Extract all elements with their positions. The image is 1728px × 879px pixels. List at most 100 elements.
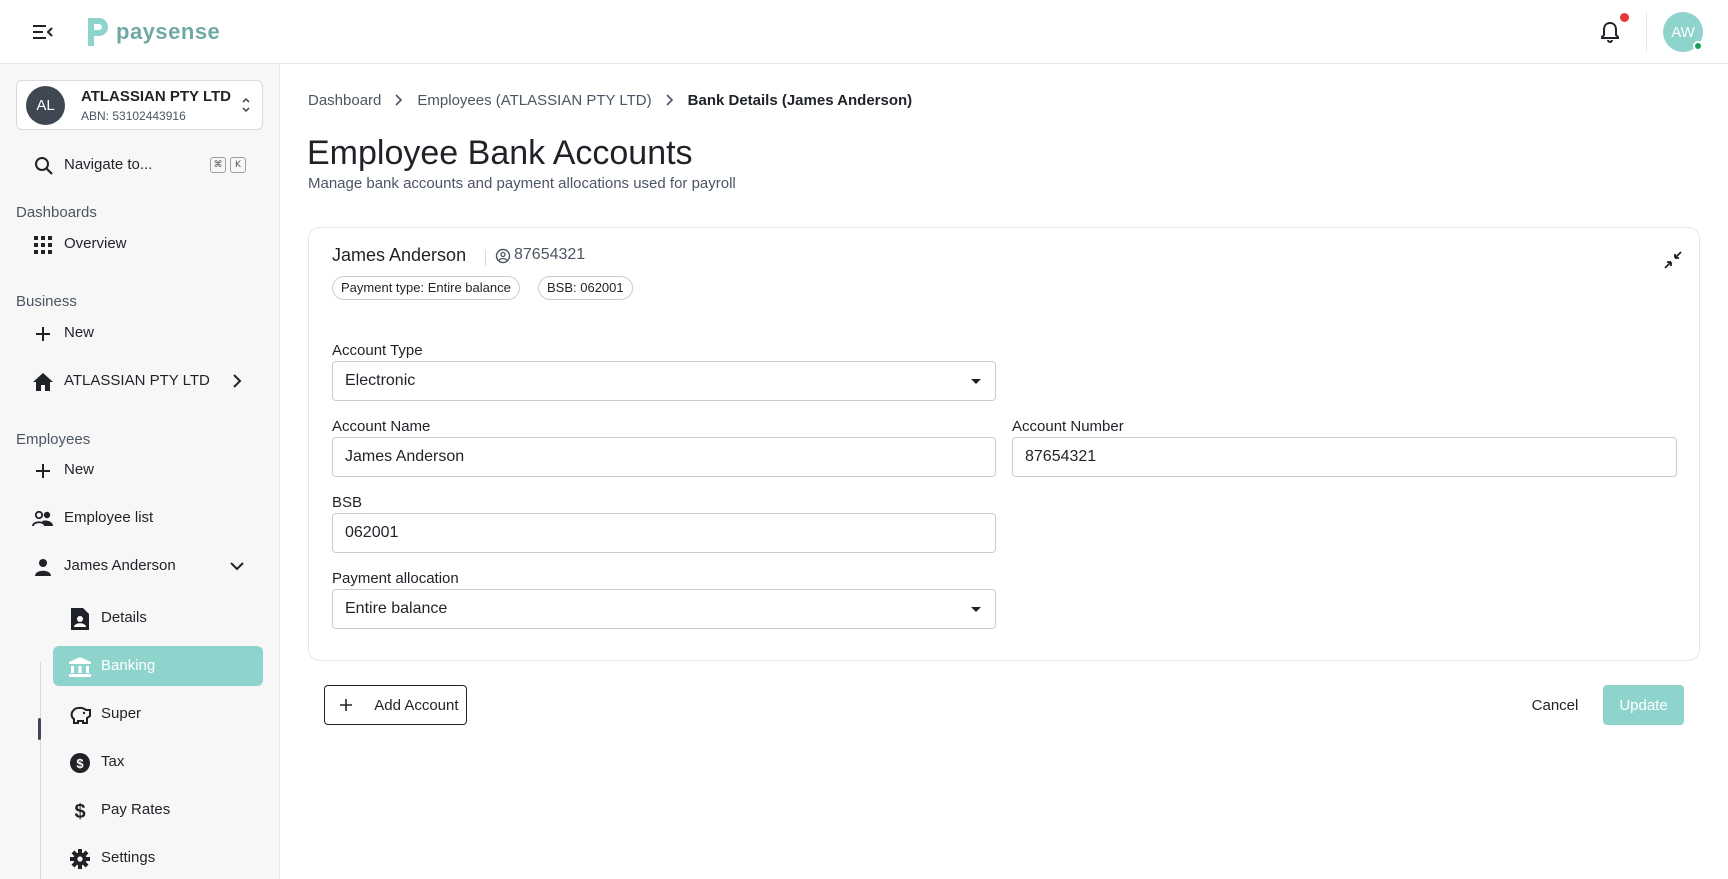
bsb-chip: BSB: 062001 xyxy=(538,276,633,300)
sidebar-subitem-label: Settings xyxy=(101,849,156,866)
sidebar-item-employee-james-anderson[interactable]: James Anderson xyxy=(32,548,262,584)
bank-icon xyxy=(69,656,91,678)
org-abn: ABN: 53102443916 xyxy=(81,109,186,123)
plus-icon xyxy=(340,699,352,711)
online-status-dot xyxy=(1693,41,1703,51)
sidebar-subitem-label: Tax xyxy=(101,753,125,770)
sidebar-item-business-org[interactable]: ATLASSIAN PTY LTD xyxy=(32,363,262,399)
sidebar-item-business-new[interactable]: New xyxy=(32,315,262,351)
payment-allocation-select[interactable]: Entire balance xyxy=(332,589,996,629)
navigate-search-label: Navigate to... xyxy=(64,156,153,173)
shortcut-key-cmd: ⌘ xyxy=(210,157,226,173)
sidebar: AL ATLASSIAN PTY LTD ABN: 53102443916 Na… xyxy=(0,64,280,879)
section-label-employees: Employees xyxy=(16,431,91,448)
collapse-icon[interactable] xyxy=(1661,248,1685,272)
breadcrumb-current: Bank Details (James Anderson) xyxy=(687,91,913,109)
org-avatar: AL xyxy=(26,86,65,125)
sidebar-subitem-label: Super xyxy=(101,705,142,722)
dropdown-caret-icon xyxy=(971,379,981,384)
sidebar-subitem-label: Details xyxy=(101,609,147,626)
account-name-input[interactable] xyxy=(332,437,996,477)
piggy-bank-icon xyxy=(69,704,91,726)
grid-icon xyxy=(32,234,54,256)
org-initials: AL xyxy=(36,97,55,114)
people-icon xyxy=(32,508,54,530)
gear-icon xyxy=(69,848,91,870)
notifications-bell-icon[interactable] xyxy=(1596,18,1624,46)
cancel-label: Cancel xyxy=(1531,696,1579,714)
breadcrumb-employees[interactable]: Employees (ATLASSIAN PTY LTD) xyxy=(417,92,651,109)
sidebar-item-label: Employee list xyxy=(64,509,154,526)
payment-allocation-value: Entire balance xyxy=(345,600,448,617)
menu-collapse-icon[interactable] xyxy=(28,18,58,46)
plus-icon xyxy=(32,460,54,482)
sidebar-subitem-super[interactable]: Super xyxy=(53,694,263,734)
home-icon xyxy=(32,371,54,393)
sidebar-item-label: New xyxy=(64,324,95,341)
sidebar-subitem-pay-rates[interactable]: $ Pay Rates xyxy=(53,790,263,830)
logo-mark-icon xyxy=(88,18,108,46)
bsb-label: BSB xyxy=(332,494,363,511)
person-icon xyxy=(32,556,54,578)
payment-allocation-label: Payment allocation xyxy=(332,570,459,587)
sidebar-item-label: Overview xyxy=(64,235,127,252)
shortcut-key-k: K xyxy=(230,157,246,173)
svg-text:$: $ xyxy=(76,756,84,771)
account-number-input[interactable] xyxy=(1012,437,1677,477)
chevron-right-icon xyxy=(395,94,403,106)
payment-type-chip: Payment type: Entire balance xyxy=(332,276,520,300)
top-bar: paysense AW xyxy=(0,0,1728,64)
organization-switcher[interactable]: AL ATLASSIAN PTY LTD ABN: 53102443916 xyxy=(16,80,263,130)
update-button[interactable]: Update xyxy=(1603,685,1684,725)
section-label-dashboards: Dashboards xyxy=(16,204,97,221)
sidebar-subitem-banking[interactable]: Banking xyxy=(53,646,263,686)
user-avatar-initials: AW xyxy=(1671,23,1695,41)
card-header-divider xyxy=(485,250,486,266)
sidebar-item-overview[interactable]: Overview xyxy=(32,226,262,262)
chevron-down-icon xyxy=(230,562,244,571)
sidebar-item-label: New xyxy=(64,461,95,478)
sidebar-item-label: ATLASSIAN PTY LTD xyxy=(64,372,210,389)
update-label: Update xyxy=(1619,696,1668,714)
chevron-right-icon xyxy=(233,374,242,388)
account-holder-name: James Anderson xyxy=(332,245,467,265)
subtree-guide-line xyxy=(40,662,41,879)
topbar-divider xyxy=(1646,12,1647,52)
page-subtitle: Manage bank accounts and payment allocat… xyxy=(308,175,736,192)
account-number-display: 87654321 xyxy=(514,246,586,263)
dollar-icon: $ xyxy=(69,800,91,822)
active-item-marker xyxy=(38,718,41,740)
chevron-up-down-icon xyxy=(242,97,250,113)
navigate-search[interactable]: Navigate to... ⌘ K xyxy=(32,150,252,180)
sidebar-subitem-details[interactable]: Details xyxy=(53,598,263,638)
account-type-value: Electronic xyxy=(345,372,416,389)
sidebar-item-label: James Anderson xyxy=(64,557,176,574)
sidebar-item-employee-list[interactable]: Employee list xyxy=(32,500,262,536)
page-title: Employee Bank Accounts xyxy=(307,134,693,172)
svg-text:$: $ xyxy=(74,801,85,822)
cancel-button[interactable]: Cancel xyxy=(1520,685,1590,725)
search-icon xyxy=(35,157,53,175)
section-label-business: Business xyxy=(16,293,77,310)
sidebar-subitem-label: Banking xyxy=(101,657,156,674)
sidebar-subitem-settings[interactable]: Settings xyxy=(53,838,263,878)
sidebar-subitem-label: Pay Rates xyxy=(101,801,171,818)
add-account-button[interactable]: Add Account xyxy=(324,685,467,725)
org-name: ATLASSIAN PTY LTD xyxy=(81,88,231,105)
chevron-right-icon xyxy=(666,94,674,106)
dollar-circle-icon: $ xyxy=(69,752,91,774)
brand-name: paysense xyxy=(116,19,221,44)
account-name-label: Account Name xyxy=(332,418,431,435)
sidebar-subitem-tax[interactable]: $ Tax xyxy=(53,742,263,782)
notification-badge xyxy=(1620,13,1629,22)
account-number-label: Account Number xyxy=(1012,418,1124,435)
account-type-select[interactable]: Electronic xyxy=(332,361,996,401)
dropdown-caret-icon xyxy=(971,607,981,612)
bsb-input[interactable] xyxy=(332,513,996,553)
sidebar-item-employees-new[interactable]: New xyxy=(32,452,262,488)
plus-icon xyxy=(32,323,54,345)
account-circle-icon xyxy=(495,248,511,264)
breadcrumb-dashboard[interactable]: Dashboard xyxy=(308,92,381,109)
brand-logo[interactable]: paysense xyxy=(84,15,220,49)
document-person-icon xyxy=(69,608,91,630)
